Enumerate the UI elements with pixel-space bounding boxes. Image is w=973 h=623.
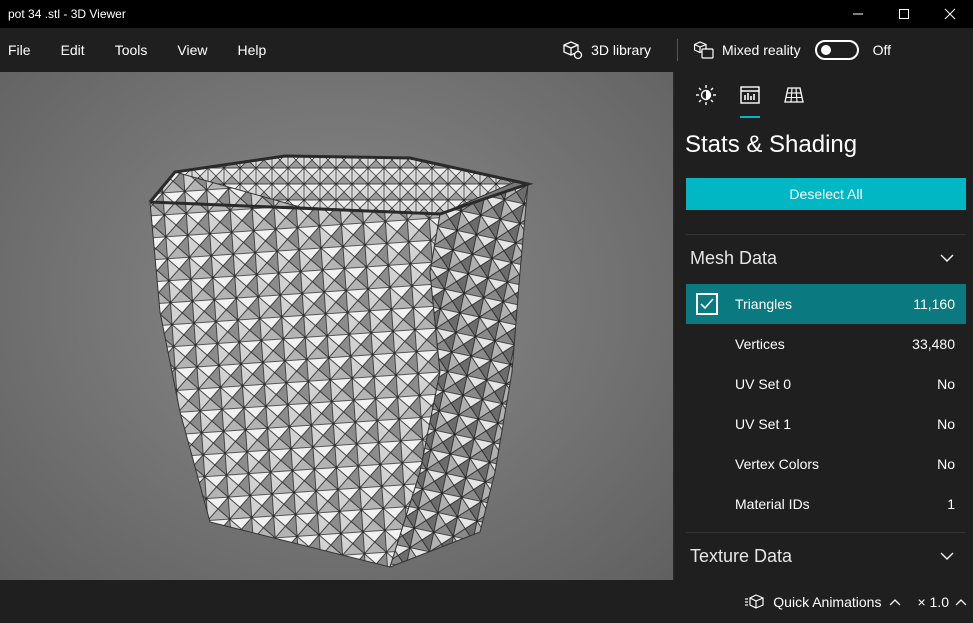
row-label: Triangles <box>735 296 793 312</box>
animation-speed-button[interactable]: × 1.0 <box>917 594 967 610</box>
divider <box>686 234 966 235</box>
row-label: UV Set 0 <box>735 376 792 392</box>
title-bar: pot 34 .stl - 3D Viewer <box>0 0 973 28</box>
mixed-reality-label: Mixed reality <box>721 42 801 58</box>
divider <box>686 532 966 533</box>
panel-tabs <box>674 72 973 118</box>
row-vertex-colors[interactable]: Vertex Colors No <box>686 444 966 484</box>
menu-help[interactable]: Help <box>229 42 276 58</box>
chevron-up-icon <box>890 598 901 605</box>
menu-edit[interactable]: Edit <box>53 42 95 58</box>
pot-front-face <box>149 171 441 568</box>
toolbar-separator <box>676 39 678 61</box>
3d-library-label: 3D library <box>591 42 651 58</box>
mesh-data-label: Mesh Data <box>690 247 778 268</box>
row-label: Material IDs <box>735 496 810 512</box>
chevron-down-icon <box>940 254 954 262</box>
texture-data-label: Texture Data <box>690 545 793 566</box>
row-value: No <box>937 416 955 432</box>
close-button[interactable] <box>927 0 973 28</box>
grid-icon <box>784 87 804 103</box>
bottom-bar: Quick Animations × 1.0 <box>0 580 973 623</box>
row-value: 11,160 <box>913 296 955 312</box>
lighting-icon <box>696 85 716 105</box>
mesh-data-header[interactable]: Mesh Data <box>690 246 966 270</box>
stats-panel: Stats & Shading Deselect All Mesh Data T… <box>673 72 973 580</box>
row-value: 33,480 <box>912 336 955 352</box>
menu-bar: File Edit Tools View Help 3D library Mix… <box>0 28 973 72</box>
deselect-all-button[interactable]: Deselect All <box>686 178 966 210</box>
mixed-reality-toggle[interactable] <box>814 40 859 60</box>
mixed-reality-state: Off <box>872 42 891 58</box>
menu-view[interactable]: View <box>169 42 217 58</box>
menu-tools[interactable]: Tools <box>107 42 158 58</box>
mixed-reality-button[interactable]: Mixed reality <box>693 40 801 60</box>
quick-animations-label: Quick Animations <box>773 593 882 610</box>
tab-stats[interactable] <box>728 72 772 118</box>
texture-data-header[interactable]: Texture Data <box>690 544 966 568</box>
chevron-up-icon <box>955 598 967 605</box>
window-title: pot 34 .stl - 3D Viewer <box>8 7 126 21</box>
row-triangles[interactable]: Triangles 11,160 <box>686 284 966 324</box>
close-icon <box>944 8 956 20</box>
row-vertices[interactable]: Vertices 33,480 <box>686 324 966 364</box>
minimize-icon <box>853 13 863 15</box>
toggle-knob <box>820 45 831 55</box>
library-cube-icon <box>563 41 583 60</box>
menu-file[interactable]: File <box>0 42 41 58</box>
minimize-button[interactable] <box>835 0 881 28</box>
row-material-ids[interactable]: Material IDs 1 <box>686 484 966 524</box>
panel-title: Stats & Shading <box>685 131 858 158</box>
3d-library-button[interactable]: 3D library <box>563 40 651 60</box>
row-label: Vertices <box>735 336 785 352</box>
maximize-icon <box>899 9 909 19</box>
mesh-model[interactable] <box>0 72 673 580</box>
checkmark-icon <box>700 298 714 310</box>
row-value: 1 <box>947 496 955 512</box>
stats-icon <box>740 86 760 104</box>
tab-grid[interactable] <box>772 72 816 118</box>
row-label: Vertex Colors <box>735 456 820 472</box>
quick-animations-button[interactable]: Quick Animations <box>745 594 901 610</box>
row-uv-set-0[interactable]: UV Set 0 No <box>686 364 966 404</box>
chevron-down-icon <box>940 552 954 560</box>
tab-lighting[interactable] <box>684 72 728 118</box>
row-uv-set-1[interactable]: UV Set 1 No <box>686 404 966 444</box>
mixed-reality-icon <box>693 41 714 59</box>
row-value: No <box>937 376 955 392</box>
animation-speed-label: × 1.0 <box>917 593 949 610</box>
maximize-button[interactable] <box>881 0 927 28</box>
triangles-checkbox[interactable] <box>696 293 718 315</box>
animation-cube-icon <box>745 593 764 609</box>
row-label: UV Set 1 <box>735 416 792 432</box>
row-value: No <box>937 456 955 472</box>
3d-viewport[interactable] <box>0 72 673 580</box>
